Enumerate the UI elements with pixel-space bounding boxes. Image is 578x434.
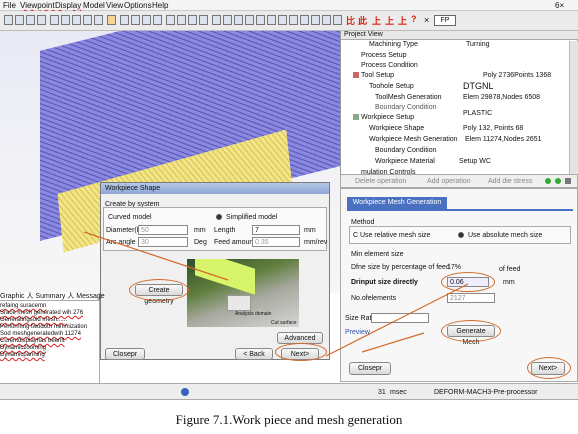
figure-caption: Figure 7.1.Work piece and mesh generatio…: [175, 412, 403, 427]
arrow-to-generate: [361, 332, 425, 353]
message-panel: Graphic 人 Summary 人 Message refaing sura…: [0, 293, 105, 383]
message-line: Generatingsoid mesh......: [0, 317, 68, 323]
message-line: refaing suracemn: [0, 303, 47, 309]
status-count: 31: [378, 389, 386, 396]
message-line: Srace mesh generated wih 276: [0, 310, 84, 316]
info-icon: [181, 388, 189, 396]
message-line: Dynamiczooming: [0, 345, 47, 351]
message-line: Sod meshgeneratedwih 11274: [0, 331, 81, 337]
message-line: Curentdisplayhas beenft: [0, 338, 65, 344]
arrow-to-shape: [83, 231, 229, 281]
status-unit: msec: [390, 389, 407, 396]
status-app-name: DEFORM-MACH3-Pre-processor: [434, 389, 538, 396]
message-line: Dynamicpanning: [0, 352, 45, 358]
message-tabs[interactable]: Graphic 人 Summary 人 Message: [0, 293, 105, 301]
status-bar: 31 msec DEFORM-MACH3-Pre-processor: [0, 383, 578, 400]
message-line: Performing twodoth minimization: [0, 324, 88, 330]
arrow-to-direct-size: [325, 283, 469, 357]
